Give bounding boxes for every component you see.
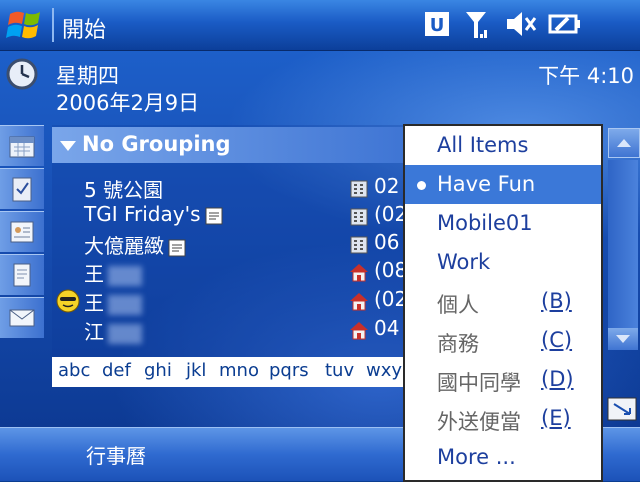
u-status-icon[interactable]: U <box>424 8 450 40</box>
contact-row[interactable]: 王 (02 <box>52 287 407 316</box>
alpha-index-def[interactable]: def <box>102 360 131 381</box>
menu-item-label: All Items <box>437 133 529 157</box>
alpha-index-wxy[interactable]: wxy <box>366 360 402 381</box>
menu-item-business[interactable]: 商務 (C) <box>405 321 601 360</box>
contact-row[interactable]: 江 04 <box>52 316 402 344</box>
calendar-icon <box>9 136 35 158</box>
contact-phone: 02 <box>374 174 400 198</box>
contact-name: 江 <box>84 316 142 345</box>
title-bar: 開始 U <box>0 0 640 51</box>
menu-item-have-fun[interactable]: Have Fun <box>405 165 601 204</box>
category-menu: All Items Have Fun Mobile01 Work 個人 (B) … <box>403 124 603 482</box>
contact-name: 5 號公園 <box>84 178 164 202</box>
battery-icon[interactable] <box>548 8 582 40</box>
alphabet-index-bar: abc def ghi jkl mno pqrs tuv wxy <box>52 357 407 387</box>
menu-item-classmates[interactable]: 國中同學 (D) <box>405 360 601 399</box>
notes-shortcut[interactable] <box>0 254 44 295</box>
left-softkey[interactable]: 行事曆 <box>86 440 146 469</box>
clock-icon[interactable] <box>6 58 38 90</box>
menu-item-shortcut: (B) <box>541 289 572 313</box>
redacted-text <box>108 265 142 286</box>
current-date[interactable]: 2006年2月9日 <box>56 87 199 117</box>
alpha-index-tuv[interactable]: tuv <box>325 360 354 381</box>
redacted-text <box>108 323 142 344</box>
contact-phone: 06 <box>374 230 400 254</box>
contact-name: 大億麗緻 <box>84 230 186 259</box>
contact-name: TGI Friday's <box>84 202 223 226</box>
envelope-icon <box>9 309 35 327</box>
menu-item-more[interactable]: More ... <box>405 438 601 477</box>
contact-row[interactable]: 5 號公園 02 <box>52 174 402 202</box>
menu-item-mobile01[interactable]: Mobile01 <box>405 204 601 243</box>
note-icon <box>205 207 223 224</box>
start-menu-button[interactable] <box>0 0 52 50</box>
menu-item-label: 外送便當 <box>437 410 521 434</box>
contact-row[interactable]: 大億麗緻 06 <box>52 230 402 258</box>
selected-bullet-icon <box>417 181 426 190</box>
note-pad-icon <box>13 263 31 287</box>
redacted-text <box>108 294 142 315</box>
windows-logo-icon <box>6 11 40 39</box>
alpha-index-ghi[interactable]: ghi <box>144 360 172 381</box>
menu-item-lunch-delivery[interactable]: 外送便當 (E) <box>405 399 601 438</box>
menu-item-shortcut: (C) <box>541 328 573 352</box>
up-arrow-icon <box>617 139 631 147</box>
app-shortcut-strip <box>0 125 44 338</box>
day-of-week[interactable]: 星期四 <box>56 60 119 90</box>
input-panel-icon[interactable] <box>606 396 638 422</box>
home-phone-icon <box>350 322 368 340</box>
messaging-shortcut[interactable] <box>0 297 44 338</box>
contact-row[interactable]: TGI Friday's (02 <box>52 202 407 230</box>
contact-phone: 04 <box>374 316 400 340</box>
alpha-index-pqrs[interactable]: pqrs <box>269 360 309 381</box>
grouping-label: No Grouping <box>82 132 231 156</box>
contacts-shortcut[interactable] <box>0 211 44 252</box>
work-phone-icon <box>350 208 368 226</box>
menu-item-label: 國中同學 <box>437 371 521 395</box>
window-title: 開始 <box>62 18 107 43</box>
scroll-down-button[interactable] <box>608 328 638 350</box>
collapse-arrow-icon[interactable] <box>60 141 76 151</box>
menu-item-label: Work <box>437 250 491 274</box>
contact-row[interactable]: 王 (08 <box>52 258 407 287</box>
menu-item-shortcut: (D) <box>541 367 574 391</box>
alpha-index-mno[interactable]: mno <box>219 360 259 381</box>
smiley-icon <box>56 289 80 313</box>
contact-card-icon <box>10 221 34 243</box>
calendar-shortcut[interactable] <box>0 125 44 166</box>
alpha-index-jkl[interactable]: jkl <box>186 360 206 381</box>
title-separator <box>52 8 54 42</box>
menu-item-work[interactable]: Work <box>405 243 601 282</box>
scrollbar-track[interactable] <box>608 160 638 350</box>
menu-item-personal[interactable]: 個人 (B) <box>405 282 601 321</box>
work-phone-icon <box>350 236 368 254</box>
contact-name: 王 <box>84 258 142 287</box>
note-icon <box>168 239 186 256</box>
menu-item-label: More ... <box>437 445 516 469</box>
signal-strength-icon[interactable] <box>462 8 490 40</box>
scroll-up-button[interactable] <box>608 128 640 158</box>
tasks-shortcut[interactable] <box>0 168 44 209</box>
contact-name: 王 <box>84 287 142 316</box>
alpha-index-abc[interactable]: abc <box>58 360 90 381</box>
menu-item-label: Have Fun <box>437 172 536 196</box>
work-phone-icon <box>350 180 368 198</box>
menu-item-all-items[interactable]: All Items <box>405 126 601 165</box>
home-phone-icon <box>350 293 368 311</box>
down-arrow-icon <box>616 335 630 343</box>
current-time[interactable]: 下午 4:10 <box>538 60 634 90</box>
menu-item-label: 商務 <box>437 332 479 356</box>
menu-item-label: Mobile01 <box>437 211 533 235</box>
speaker-muted-icon[interactable] <box>504 8 538 40</box>
svg-text:U: U <box>430 15 445 36</box>
clipboard-icon <box>12 177 32 202</box>
menu-item-label: 個人 <box>437 293 479 317</box>
home-phone-icon <box>350 264 368 282</box>
menu-item-shortcut: (E) <box>541 406 571 430</box>
grouping-header[interactable]: No Grouping <box>52 127 405 163</box>
